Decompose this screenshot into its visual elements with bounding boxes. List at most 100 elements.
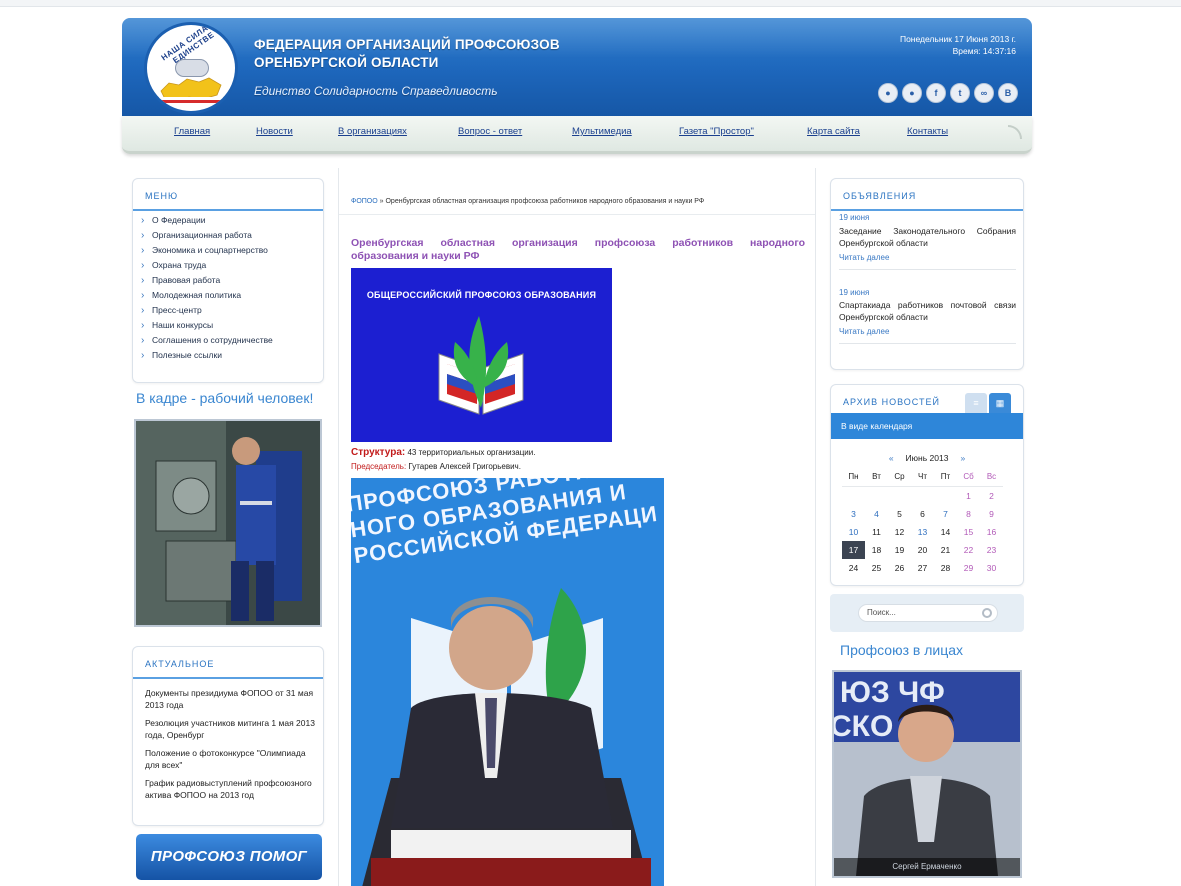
calendar-day[interactable]: 10 [842,523,865,541]
calendar-day[interactable]: 4 [865,505,888,523]
calendar-day[interactable]: 7 [934,505,957,523]
menu-item-contests[interactable]: Наши конкурсы [141,318,273,333]
announcement-text[interactable]: Заседание Законодательного Собрания Орен… [839,225,1016,249]
menu-item-press[interactable]: Пресс-центр [141,303,273,318]
calendar-day[interactable]: 16 [980,523,1003,541]
announcements-title: ОБЪЯВЛЕНИЯ [843,191,917,201]
nav-item-sitemap[interactable]: Карта сайта [807,126,860,137]
calendar-day[interactable]: 22 [957,541,980,559]
actual-title: АКТУАЛЬНОЕ [145,659,215,669]
menu-item-about[interactable]: О Федерации [141,213,273,228]
calendar-day[interactable]: 1 [957,487,980,505]
menu-item-agreements[interactable]: Соглашения о сотрудничестве [141,333,273,348]
rss-icon[interactable] [1008,125,1022,139]
actual-item[interactable]: График радиовыступлений профсоюзного акт… [145,777,317,801]
calendar-day[interactable]: 29 [957,559,980,577]
calendar-view-tab[interactable]: ▦ [989,393,1011,413]
calendar-day[interactable]: 18 [865,541,888,559]
read-more-link[interactable]: Читать далее [839,253,889,262]
calendar-day[interactable]: 13 [911,523,934,541]
chairman-line: Председатель: Гутарев Алексей Григорьеви… [351,462,521,471]
calendar-day[interactable]: 21 [934,541,957,559]
menu-box: МЕНЮ О Федерации Организационная работа … [132,178,324,383]
main-navigation: Главная Новости В организациях Вопрос - … [122,116,1032,154]
org-title-line-1: ФЕДЕРАЦИЯ ОРГАНИЗАЦИЙ ПРОФСОЮЗОВ [254,37,560,52]
search-panel: Поиск... [830,594,1024,632]
calendar-day[interactable]: 17 [842,541,865,559]
facebook-icon[interactable]: f [926,83,946,103]
breadcrumb: ФОПОО » Оренбургская областная организац… [351,198,704,205]
profsoyuz-pomog-banner[interactable]: ПРОФСОЮЗ ПОМОГ [136,834,322,880]
weekday-label: Вс [980,469,1003,487]
calendar-day[interactable]: 8 [957,505,980,523]
nav-item-news[interactable]: Новости [256,126,293,137]
calendar-grid: Пн Вт Ср Чт Пт Сб Вс 1 2 3 4 5 6 7 8 9 10 11 12 13 14… [842,469,1003,577]
calendar-day[interactable]: 2 [980,487,1003,505]
calendar-prev-button[interactable]: « [889,453,894,463]
menu-item-youth[interactable]: Молодежная политика [141,288,273,303]
nav-item-home[interactable]: Главная [174,126,210,137]
menu-item-economy[interactable]: Экономика и соцпартнерство [141,243,273,258]
calendar-day[interactable]: 20 [911,541,934,559]
nav-item-qa[interactable]: Вопрос - ответ [458,126,522,137]
calendar-day[interactable]: 23 [980,541,1003,559]
worker-photo[interactable] [134,419,322,627]
actual-item[interactable]: Положение о фотоконкурсе "Олимпиада для … [145,747,317,771]
announcement-text[interactable]: Спартакиада работников почтовой связи Ор… [839,299,1016,323]
nav-item-newspaper[interactable]: Газета "Простор" [679,126,754,137]
weekday-label: Чт [911,469,934,487]
calendar-day[interactable]: 11 [865,523,888,541]
calendar-day[interactable]: 27 [911,559,934,577]
actual-item[interactable]: Резолюция участников митинга 1 мая 2013 … [145,717,317,741]
site-header: НАША СИЛА В ЕДИНСТВЕ ФЕДЕРАЦИЯ ОРГАНИЗАЦ… [122,18,1032,116]
search-icon[interactable] [982,608,992,618]
weekday-label: Пн [842,469,865,487]
calendar-day[interactable]: 28 [934,559,957,577]
calendar-empty-cell [934,487,957,505]
menu-item-legal[interactable]: Правовая работа [141,273,273,288]
vkontakte-icon[interactable]: B [998,83,1018,103]
search-input[interactable]: Поиск... [858,604,998,622]
menu-title-rule [133,209,323,211]
calendar-day[interactable]: 12 [888,523,911,541]
announcement-divider [839,343,1016,344]
book-leaf-icon [438,316,524,415]
paperclip-icon[interactable]: ∞ [974,83,994,103]
calendar-day[interactable]: 3 [842,505,865,523]
calendar-day[interactable]: 25 [865,559,888,577]
calendar-day[interactable]: 14 [934,523,957,541]
actual-item[interactable]: Документы президиума ФОПОО от 31 мая 201… [145,687,317,711]
list-view-tab[interactable]: ≡ [965,393,987,413]
federation-logo[interactable]: НАША СИЛА В ЕДИНСТВЕ [144,22,238,114]
calendar-day[interactable]: 26 [888,559,911,577]
nav-item-contacts[interactable]: Контакты [907,126,948,137]
calendar-next-button[interactable]: » [960,453,965,463]
menu-item-labor-safety[interactable]: Охрана труда [141,258,273,273]
social-links: ● ● f t ∞ B [878,83,1018,103]
faces-heading[interactable]: Профсоюз в лицах [840,642,963,658]
calendar-day[interactable]: 24 [842,559,865,577]
calendar-day[interactable]: 15 [957,523,980,541]
people-icon[interactable]: ● [878,83,898,103]
calendar-day[interactable]: 9 [980,505,1003,523]
nav-item-multimedia[interactable]: Мультимедиа [572,126,632,137]
worker-photo-heading[interactable]: В кадре - рабочий человек! [136,390,313,406]
person-photo[interactable]: ЮЗ ЧФ СКО ОБ Сергей Ермаченко [832,670,1022,878]
calendar-day[interactable]: 30 [980,559,1003,577]
read-more-link[interactable]: Читать далее [839,327,889,336]
archive-view-tabs: ≡ ▦ [965,393,1011,413]
nav-item-organizations[interactable]: В организациях [338,126,407,137]
region-map-icon [159,77,223,103]
side-menu: О Федерации Организационная работа Эконо… [141,213,273,363]
menu-item-organizational[interactable]: Организационная работа [141,228,273,243]
breadcrumb-home[interactable]: ФОПОО [351,198,378,205]
calendar-day[interactable]: 6 [911,505,934,523]
menu-item-links[interactable]: Полезные ссылки [141,348,273,363]
calendar-day[interactable]: 5 [888,505,911,523]
actual-title-rule [133,677,323,679]
calendar-day[interactable]: 19 [888,541,911,559]
org-title-line-2: ОРЕНБУРГСКОЙ ОБЛАСТИ [254,55,439,70]
announcements-box: ОБЪЯВЛЕНИЯ 19 июня Заседание Законодател… [830,178,1024,370]
group-icon[interactable]: ● [902,83,922,103]
twitter-icon[interactable]: t [950,83,970,103]
